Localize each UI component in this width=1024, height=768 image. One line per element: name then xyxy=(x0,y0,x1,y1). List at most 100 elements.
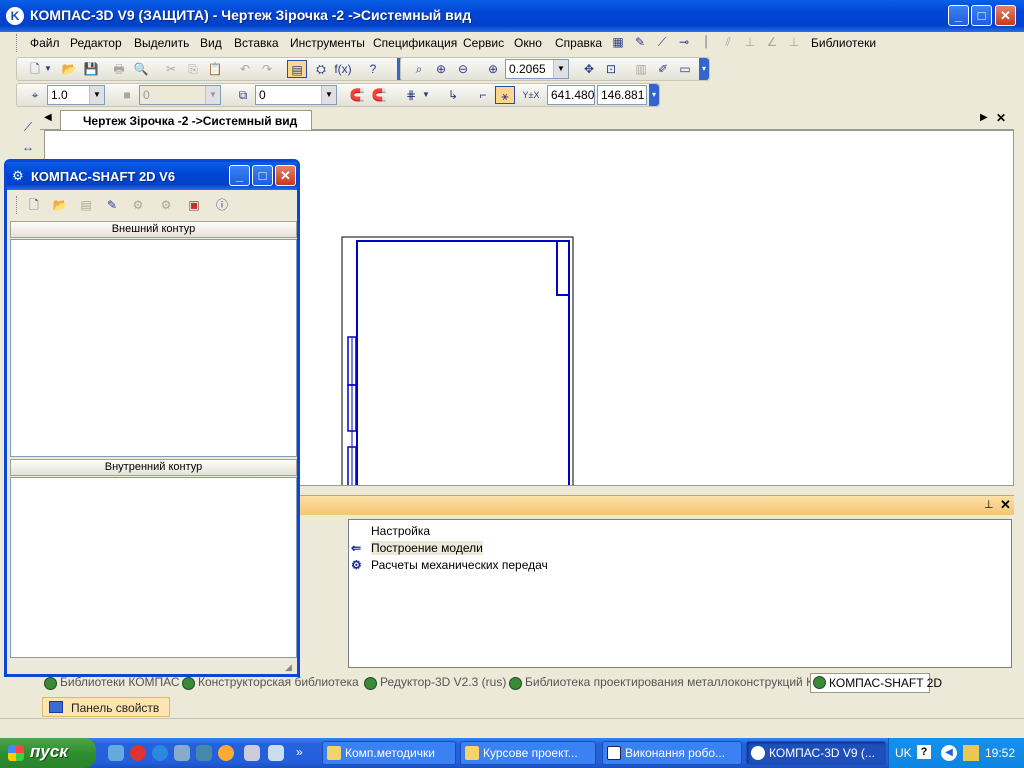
print-preview-icon[interactable]: 🔍 xyxy=(131,60,151,78)
chevron-down-icon[interactable]: ▼ xyxy=(43,60,53,78)
regenerate-icon[interactable]: ▥ xyxy=(631,60,651,78)
menu-select[interactable]: Выделить xyxy=(134,36,189,50)
zoom-in-icon[interactable]: ⊕ xyxy=(431,60,451,78)
coord-y-field[interactable]: 146.881 xyxy=(597,85,647,105)
snap-magnet-icon[interactable]: 🧲 xyxy=(347,86,367,104)
layer-combo[interactable]: 0 ▼ xyxy=(255,85,337,105)
help-pointer-icon[interactable]: ? xyxy=(363,60,383,78)
geometry-icon[interactable]: ⟋ xyxy=(18,118,38,136)
undo-icon[interactable]: ↶ xyxy=(235,60,255,78)
ortho-mode-icon[interactable]: ⌐ xyxy=(473,86,493,104)
maximize-button[interactable]: □ xyxy=(971,5,992,26)
perpendicular-icon[interactable]: ⊥ xyxy=(740,33,760,51)
chevron-left-icon[interactable]: ◀ xyxy=(44,112,52,123)
list-item[interactable]: ⚙ Расчеты механических передач xyxy=(351,558,548,572)
task-button[interactable]: Виконання робо... xyxy=(602,741,742,765)
new-document-icon[interactable]: 🗋 xyxy=(25,60,45,78)
menu-insert[interactable]: Вставка xyxy=(234,36,279,50)
redo-icon[interactable]: ↷ xyxy=(257,60,277,78)
menu-view[interactable]: Вид xyxy=(200,36,222,50)
style-combo[interactable]: 0 ▼ xyxy=(139,85,221,105)
snap-off-icon[interactable]: 🧲 xyxy=(369,86,389,104)
minimize-button[interactable]: _ xyxy=(948,5,969,26)
variables-icon[interactable]: f(x) xyxy=(333,60,353,78)
toolbar-options-icon[interactable]: ▾ xyxy=(699,58,709,80)
tab-design-library[interactable]: Конструкторская библиотека xyxy=(180,675,359,693)
pin-icon[interactable]: ⊥ xyxy=(984,498,994,511)
grid-icon[interactable]: ⋕ xyxy=(401,86,421,104)
save-model-icon[interactable]: ▤ xyxy=(76,196,96,214)
edit-tool-icon[interactable]: ✎ xyxy=(102,196,122,214)
opera-icon[interactable] xyxy=(130,745,146,761)
list-item[interactable]: Настройка xyxy=(371,524,430,538)
pan-icon[interactable]: ✥ xyxy=(579,60,599,78)
tab-steel-structures[interactable]: Библиотека проектирования металлоконстру… xyxy=(507,675,823,693)
task-button[interactable]: Комп.методички xyxy=(322,741,456,765)
paste-icon[interactable]: 📋 xyxy=(205,60,225,78)
close-icon[interactable]: ✕ xyxy=(996,111,1006,125)
line-tool-icon[interactable]: ⟋ xyxy=(652,33,672,51)
copy-icon[interactable]: ⎘ xyxy=(183,60,203,78)
chevron-right-icon[interactable]: ▶ xyxy=(980,112,988,123)
info-icon[interactable]: ⓘ xyxy=(212,196,232,214)
menu-specification[interactable]: Спецификация xyxy=(373,36,457,50)
save-icon[interactable]: 💾 xyxy=(81,60,101,78)
table-icon[interactable]: ▦ xyxy=(608,33,628,51)
angle-icon[interactable]: ∠ xyxy=(762,33,782,51)
resize-grip-icon[interactable]: ◢ xyxy=(285,662,292,673)
display-icon[interactable]: ▭ xyxy=(675,60,695,78)
dimensions-icon[interactable]: ↔ xyxy=(18,138,38,156)
chevron-left-icon[interactable]: ◀ xyxy=(941,745,957,761)
open-folder-icon[interactable]: 📂 xyxy=(50,196,70,214)
measure-icon[interactable]: ✐ xyxy=(653,60,673,78)
zoom-out-icon[interactable]: ⊖ xyxy=(453,60,473,78)
media-player-icon[interactable] xyxy=(218,745,234,761)
tab-kompas-libraries[interactable]: Библиотеки КОМПАС xyxy=(42,675,180,693)
help-icon[interactable]: ? xyxy=(917,745,931,759)
chevron-down-icon[interactable]: ▼ xyxy=(321,86,336,104)
menu-help[interactable]: Справка xyxy=(555,36,602,50)
internet-explorer-icon[interactable] xyxy=(152,745,168,761)
chevron-down-icon[interactable]: ▼ xyxy=(205,86,220,104)
zoom-fit-icon[interactable]: ⊡ xyxy=(601,60,621,78)
start-button[interactable]: пуск xyxy=(0,738,96,768)
close-button[interactable]: ✕ xyxy=(995,5,1016,26)
toolbar-options-icon[interactable]: ▾ xyxy=(649,84,659,106)
zoom-scale-combo[interactable]: 0.2065 ▼ xyxy=(505,59,569,79)
main-title-bar[interactable]: K КОМПАС-3D V9 (ЗАЩИТА) - Чертеж Зірочка… xyxy=(0,0,1024,32)
new-document-icon[interactable]: 🗋 xyxy=(24,196,44,214)
dimension-icon[interactable]: ⊸ xyxy=(674,33,694,51)
toolbar-grip[interactable] xyxy=(16,196,19,214)
menu-edit[interactable]: Редактор xyxy=(70,36,122,50)
messenger-icon[interactable] xyxy=(196,745,212,761)
toolbar-grip[interactable] xyxy=(16,34,19,52)
local-cs-icon[interactable]: ↳ xyxy=(443,86,463,104)
tab-drawing[interactable]: Чертеж Зірочка -2 ->Системный вид xyxy=(60,110,312,130)
close-icon[interactable]: ✕ xyxy=(1000,497,1011,513)
gear-settings-icon[interactable]: ⚙ xyxy=(128,196,148,214)
menu-file[interactable]: Файл xyxy=(30,36,60,50)
base-icon[interactable]: ⊥ xyxy=(784,33,804,51)
shaft-title-bar[interactable]: ⚙ КОМПАС-SHAFT 2D V6 _ □ ✕ xyxy=(7,162,297,190)
step-combo[interactable]: 1.0 ▼ xyxy=(47,85,105,105)
document-icon[interactable] xyxy=(244,745,260,761)
tool-icon[interactable] xyxy=(268,745,284,761)
zoom-window-icon[interactable]: ⌕ xyxy=(409,60,429,78)
clock[interactable]: 19:52 xyxy=(985,746,1015,760)
zoom-scale-icon[interactable]: ⊕ xyxy=(483,60,503,78)
menu-window[interactable]: Окно xyxy=(514,36,542,50)
properties-panel-tab[interactable]: Панель свойств xyxy=(42,697,170,717)
parallel-line-icon[interactable]: ⫽ xyxy=(718,33,738,51)
layer-icon[interactable]: ⧉ xyxy=(233,86,253,104)
menu-libraries[interactable]: Библиотеки xyxy=(811,36,876,50)
chevron-down-icon[interactable]: ▼ xyxy=(421,86,431,104)
language-indicator[interactable]: UK xyxy=(895,746,912,760)
task-button[interactable]: КОМПАС-3D V9 (... xyxy=(746,741,886,765)
vertical-line-icon[interactable]: ⏐ xyxy=(696,33,716,51)
cursor-step-icon[interactable]: ⌖ xyxy=(25,86,45,104)
open-folder-icon[interactable]: 📂 xyxy=(59,60,79,78)
outer-contour-header[interactable]: Внешний контур xyxy=(10,221,297,238)
chevron-down-icon[interactable]: ▼ xyxy=(553,60,568,78)
style-icon[interactable]: ■ xyxy=(117,86,137,104)
list-item[interactable]: ⇐ Построение модели xyxy=(351,541,483,555)
